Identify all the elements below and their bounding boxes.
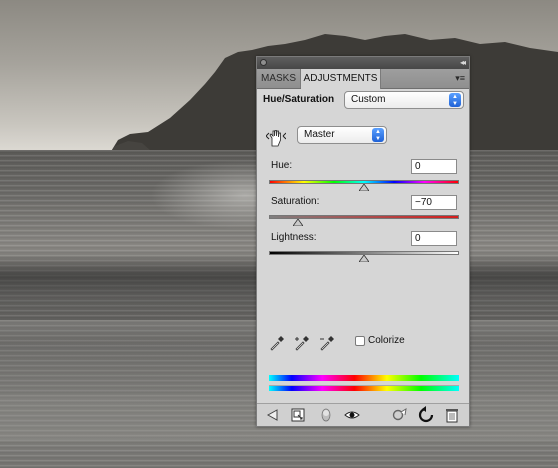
eyedropper-plus-icon[interactable] (294, 335, 310, 351)
tab-masks[interactable]: MASKS (257, 69, 301, 88)
colorize-checkbox[interactable] (355, 336, 365, 346)
lightness-slider-thumb[interactable] (359, 255, 369, 262)
tab-bar: MASKS ADJUSTMENTS ▾≡ (257, 69, 469, 89)
channel-select[interactable]: Master ▲ ▼ (297, 126, 387, 144)
previous-state-icon[interactable] (391, 406, 409, 424)
eyedropper-minus-icon[interactable] (319, 335, 335, 351)
tab-adjustments[interactable]: ADJUSTMENTS (301, 69, 381, 89)
chevron-updown-icon: ▲ ▼ (372, 128, 384, 142)
preset-select[interactable]: Custom ▲ ▼ (344, 91, 464, 109)
visibility-eye-icon[interactable] (343, 406, 361, 424)
clip-to-layer-icon[interactable] (289, 406, 307, 424)
chevron-updown-icon: ▲ ▼ (449, 93, 461, 107)
trash-icon[interactable] (443, 406, 461, 424)
panel-menu-icon[interactable]: ▾≡ (455, 73, 465, 84)
hue-input[interactable]: 0 (411, 159, 457, 174)
hue-label: Hue: (271, 160, 293, 171)
mask-icon[interactable] (317, 406, 335, 424)
close-icon[interactable] (260, 59, 267, 66)
eyedropper-icon[interactable] (269, 335, 285, 351)
adjustment-title: Hue/Saturation (263, 94, 335, 105)
lightness-label: Lightness: (271, 232, 317, 243)
adjustments-panel: ◂◂ MASKS ADJUSTMENTS ▾≡ Hue/Saturation C… (256, 56, 470, 427)
panel-titlebar[interactable]: ◂◂ (257, 57, 469, 69)
back-arrow-icon[interactable] (263, 406, 281, 424)
output-color-spectrum (269, 385, 459, 391)
saturation-label: Saturation: (271, 196, 320, 207)
saturation-slider-thumb[interactable] (292, 219, 303, 226)
hue-slider-thumb[interactable] (359, 184, 369, 191)
saturation-input[interactable]: −70 (411, 195, 457, 210)
panel-footer (257, 403, 469, 426)
preset-value: Custom (351, 94, 386, 105)
lightness-input[interactable]: 0 (411, 231, 457, 246)
channel-value: Master (304, 129, 335, 140)
reset-icon[interactable] (417, 406, 435, 424)
collapse-icon[interactable]: ◂◂ (460, 57, 466, 69)
input-color-spectrum (269, 375, 459, 381)
hand-adjust-icon[interactable] (266, 129, 286, 147)
colorize-label: Colorize (368, 335, 405, 346)
